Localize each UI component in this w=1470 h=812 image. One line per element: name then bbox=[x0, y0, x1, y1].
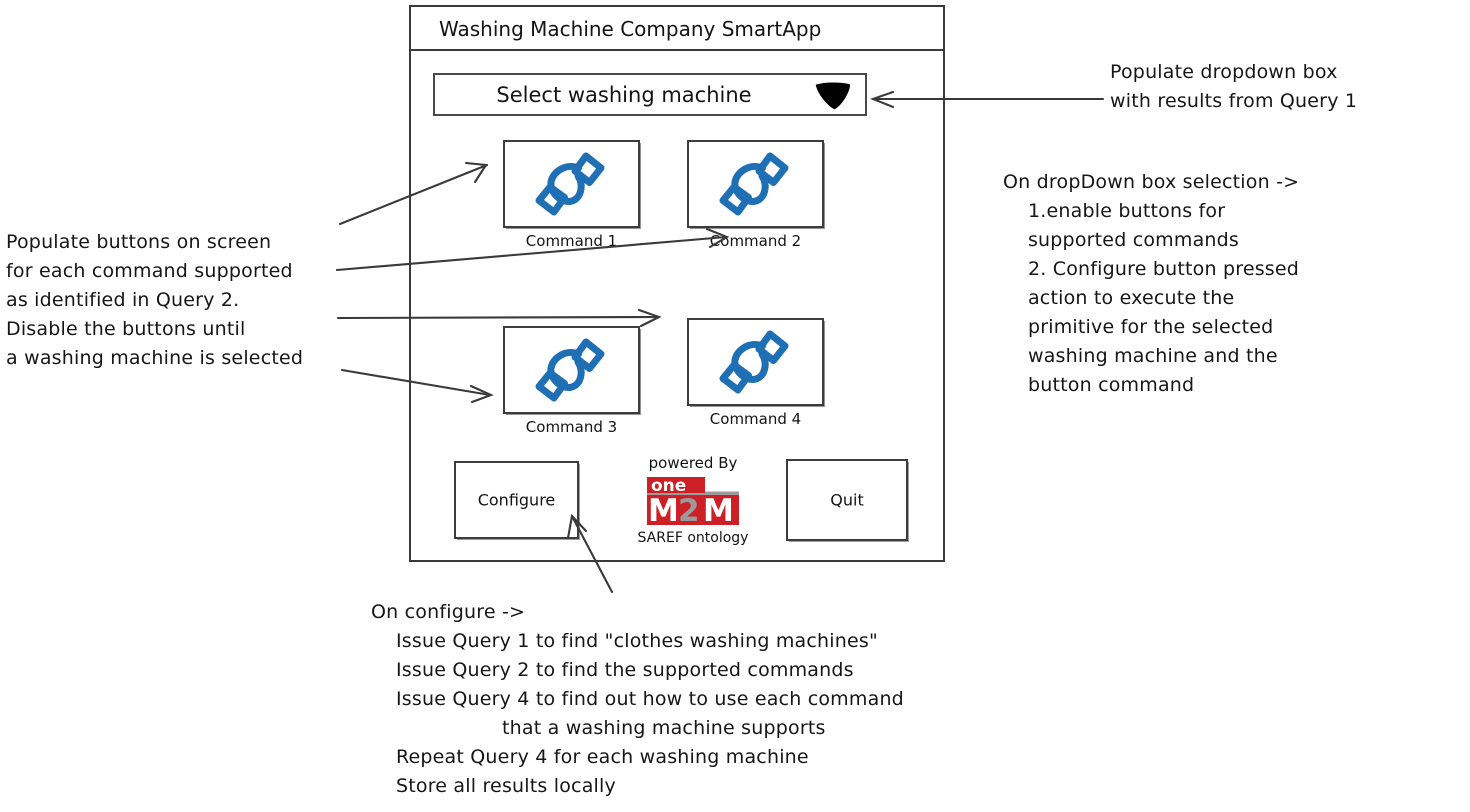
annotation-populate-buttons: Populate buttons on screen for each comm… bbox=[6, 231, 304, 369]
command-label: Command 3 bbox=[525, 418, 618, 436]
dropdown-selected-value: Select washing machine bbox=[496, 83, 752, 107]
svg-text:2: 2 bbox=[678, 493, 700, 527]
command-glyph-icon bbox=[531, 335, 613, 405]
page-title: Washing Machine Company SmartApp bbox=[439, 17, 822, 41]
quit-button[interactable]: Quit bbox=[786, 459, 908, 541]
command-label: Command 4 bbox=[709, 410, 802, 428]
app-window: Washing Machine Company SmartApp Select … bbox=[409, 5, 945, 562]
onem2m-logo: one M 2 M bbox=[645, 475, 741, 529]
configure-button-label: Configure bbox=[477, 490, 556, 510]
washing-machine-dropdown[interactable]: Select washing machine bbox=[433, 73, 867, 116]
svg-text:M: M bbox=[703, 493, 734, 527]
configure-button[interactable]: Configure bbox=[454, 461, 579, 539]
powered-by-block: powered By one M 2 M SAREF ontology bbox=[618, 454, 768, 547]
quit-button-label: Quit bbox=[830, 490, 864, 510]
triangle-down-icon[interactable] bbox=[813, 82, 853, 110]
app-titlebar: Washing Machine Company SmartApp bbox=[411, 7, 943, 51]
annotation-on-configure: On configure -> Issue Query 1 to find "c… bbox=[371, 601, 904, 797]
command-button[interactable] bbox=[503, 326, 640, 414]
command-glyph-icon bbox=[715, 327, 797, 397]
svg-text:M: M bbox=[648, 493, 679, 527]
powered-by-label: powered By bbox=[648, 454, 738, 472]
command-label: Command 1 bbox=[525, 232, 618, 250]
annotation-on-selection: On dropDown box selection -> 1.enable bu… bbox=[1003, 171, 1300, 396]
command-button[interactable] bbox=[687, 140, 824, 228]
command-glyph-icon bbox=[531, 149, 613, 219]
command-glyph-icon bbox=[715, 149, 797, 219]
saref-ontology-label: SAREF ontology bbox=[637, 530, 749, 546]
command-label: Command 2 bbox=[709, 232, 802, 250]
command-button[interactable] bbox=[503, 140, 640, 228]
command-button[interactable] bbox=[687, 318, 824, 406]
annotation-populate-dropdown: Populate dropdown box with results from … bbox=[1110, 61, 1358, 112]
